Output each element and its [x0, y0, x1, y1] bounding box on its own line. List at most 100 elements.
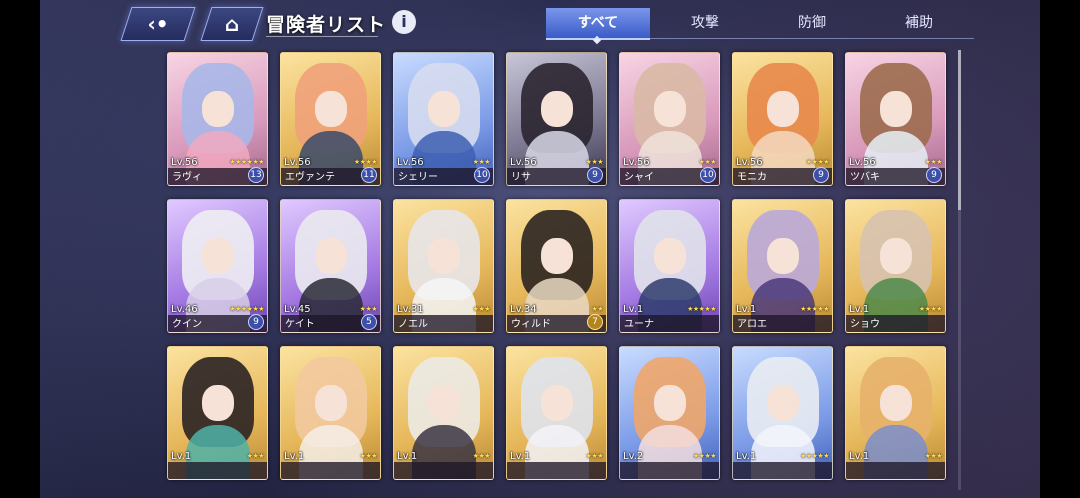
adventurer-name: ケイト — [285, 319, 315, 330]
star-rating: ★★★★ — [918, 305, 943, 313]
star-rating: ★★★ — [472, 305, 491, 313]
adventurer-card[interactable]: Lv.1 ★★★ — [393, 346, 494, 480]
name-bar — [168, 462, 267, 479]
adventurer-name: アロエ — [737, 319, 767, 330]
awakening-badge: 9 — [248, 314, 264, 330]
adventurer-card[interactable]: Lv.1 ★★★ — [506, 346, 607, 480]
level-label: Lv.46 — [171, 304, 198, 315]
adventurer-grid: Lv.56 ★★★★★★ ラヴィ 13 Lv.56 ★★★★ エヴァンテ 11 Lv.56 ★★★… — [0, 0, 1080, 498]
level-label: Lv.56 — [397, 157, 424, 168]
adventurer-name: クイン — [172, 319, 202, 330]
portrait-face — [541, 385, 573, 421]
star-rating: ★★★ — [359, 305, 378, 313]
level-label: Lv.2 — [623, 451, 644, 462]
awakening-badge: 7 — [587, 314, 603, 330]
portrait-face — [767, 385, 799, 421]
adventurer-card[interactable]: Lv.1 ★★★★★ アロエ — [732, 199, 833, 333]
adventurer-card[interactable]: Lv.1 ★★★★ ショウ — [845, 199, 946, 333]
adventurer-card[interactable]: Lv.56 ★★★★ モニカ 9 — [732, 52, 833, 186]
adventurer-card[interactable]: Lv.45 ★★★ ケイト 5 — [280, 199, 381, 333]
star-rating: ★★★ — [585, 452, 604, 460]
star-rating: ★★★★ — [805, 158, 830, 166]
adventurer-card[interactable]: Lv.1 ★★★ — [845, 346, 946, 480]
star-rating: ★★★★★ — [800, 452, 829, 460]
game-screen: ‹• ⌂ 冒険者リスト i すべて 攻撃 防御 補助 Lv.56 ★★★★★★ ラヴ… — [0, 0, 1080, 498]
star-rating: ★★★★★ — [687, 305, 716, 313]
level-label: Lv.56 — [849, 157, 876, 168]
star-rating: ★★★ — [924, 452, 943, 460]
level-label: Lv.1 — [284, 451, 305, 462]
adventurer-card[interactable]: Lv.56 ★★★ シャイ 10 — [619, 52, 720, 186]
portrait-face — [428, 385, 460, 421]
adventurer-card[interactable]: Lv.2 ★★★★ — [619, 346, 720, 480]
adventurer-name: ウィルド — [511, 319, 551, 330]
portrait-face — [202, 91, 234, 127]
awakening-badge: 9 — [587, 167, 603, 183]
star-rating: ★★★ — [472, 452, 491, 460]
adventurer-name: シェリー — [398, 172, 438, 183]
adventurer-name: モニカ — [737, 172, 767, 183]
portrait-face — [202, 385, 234, 421]
star-rating: ★★★★★ — [800, 305, 829, 313]
portrait-face — [654, 385, 686, 421]
adventurer-card[interactable]: Lv.1 ★★★ — [280, 346, 381, 480]
level-label: Lv.1 — [397, 451, 418, 462]
star-rating: ★★★★ — [692, 452, 717, 460]
star-rating: ★★★ — [924, 158, 943, 166]
level-label: Lv.1 — [171, 451, 192, 462]
adventurer-card[interactable]: Lv.1 ★★★ — [167, 346, 268, 480]
portrait-face — [541, 238, 573, 274]
adventurer-card[interactable]: Lv.46 ★★★★★★ クイン 9 — [167, 199, 268, 333]
adventurer-name: リサ — [511, 172, 531, 183]
name-bar — [846, 462, 945, 479]
level-label: Lv.1 — [623, 304, 644, 315]
level-label: Lv.34 — [510, 304, 537, 315]
adventurer-name: ノエル — [398, 319, 428, 330]
name-bar — [507, 462, 606, 479]
portrait-face — [315, 238, 347, 274]
portrait-face — [315, 385, 347, 421]
star-rating: ★★ — [591, 305, 603, 313]
adventurer-card[interactable]: Lv.56 ★★★ シェリー 10 — [393, 52, 494, 186]
portrait-face — [202, 238, 234, 274]
adventurer-name: シャイ — [624, 172, 654, 183]
awakening-badge: 13 — [248, 167, 264, 183]
level-label: Lv.1 — [849, 451, 870, 462]
awakening-badge: 10 — [474, 167, 490, 183]
adventurer-card[interactable]: Lv.56 ★★★ リサ 9 — [506, 52, 607, 186]
awakening-badge: 9 — [926, 167, 942, 183]
adventurer-card[interactable]: Lv.31 ★★★ ノエル — [393, 199, 494, 333]
portrait-face — [880, 385, 912, 421]
level-label: Lv.56 — [623, 157, 650, 168]
portrait-face — [541, 91, 573, 127]
adventurer-name: ラヴィ — [172, 172, 202, 183]
level-label: Lv.45 — [284, 304, 311, 315]
name-bar — [733, 462, 832, 479]
adventurer-card[interactable]: Lv.34 ★★ ウィルド 7 — [506, 199, 607, 333]
star-rating: ★★★★★★ — [229, 158, 264, 166]
awakening-badge: 9 — [813, 167, 829, 183]
adventurer-card[interactable]: Lv.56 ★★★★★★ ラヴィ 13 — [167, 52, 268, 186]
name-bar — [281, 462, 380, 479]
name-bar — [620, 462, 719, 479]
adventurer-card[interactable]: Lv.56 ★★★ ツバキ 9 — [845, 52, 946, 186]
star-rating: ★★★★ — [353, 158, 378, 166]
adventurer-name: ショウ — [850, 319, 880, 330]
star-rating: ★★★★★★ — [229, 305, 264, 313]
level-label: Lv.56 — [510, 157, 537, 168]
portrait-face — [428, 91, 460, 127]
level-label: Lv.56 — [284, 157, 311, 168]
portrait-face — [880, 238, 912, 274]
portrait-face — [654, 238, 686, 274]
level-label: Lv.1 — [849, 304, 870, 315]
scrollbar[interactable] — [958, 50, 961, 490]
adventurer-card[interactable]: Lv.1 ★★★★★ ユーナ — [619, 199, 720, 333]
adventurer-card[interactable]: Lv.1 ★★★★★ — [732, 346, 833, 480]
portrait-face — [428, 238, 460, 274]
scrollbar-thumb[interactable] — [958, 50, 961, 210]
portrait-face — [880, 91, 912, 127]
adventurer-card[interactable]: Lv.56 ★★★★ エヴァンテ 11 — [280, 52, 381, 186]
level-label: Lv.31 — [397, 304, 424, 315]
portrait-face — [767, 238, 799, 274]
portrait-face — [315, 91, 347, 127]
